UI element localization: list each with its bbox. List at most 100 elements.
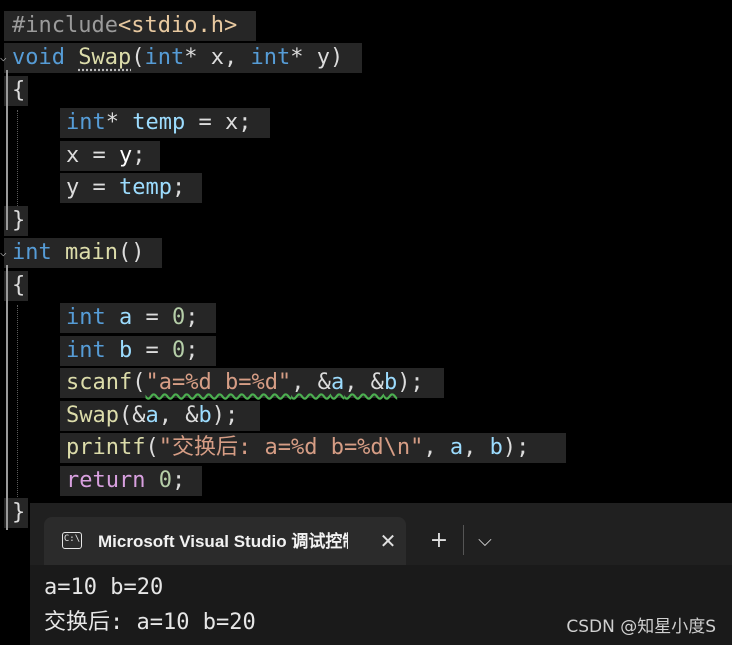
fold-region-bar	[6, 265, 8, 530]
code-line-9[interactable]: {	[12, 270, 25, 302]
code-text: =	[132, 305, 172, 330]
number: 0	[158, 468, 172, 493]
variable: a	[330, 370, 345, 395]
code-line-8[interactable]: int main()	[12, 237, 144, 269]
function-name: Swap	[78, 45, 132, 70]
variable: b	[198, 403, 212, 428]
punct: );	[211, 403, 239, 428]
code-line-6[interactable]: y = temp;	[66, 172, 185, 204]
number: 0	[172, 305, 186, 330]
punct: , &	[344, 370, 384, 395]
code-text: x =	[66, 143, 119, 168]
terminal-tab-bar: C:\ Microsoft Visual Studio 调试控制台 ✕ + ⌵	[30, 503, 732, 565]
code-text: ;	[185, 338, 199, 363]
preprocessor: #include	[12, 13, 118, 38]
keyword: return	[66, 468, 146, 493]
tab-title: Microsoft Visual Studio 调试控制台	[98, 532, 348, 551]
code-text: ()	[117, 240, 145, 265]
keyword: int	[66, 338, 106, 363]
code-line-15[interactable]: return 0;	[66, 465, 185, 497]
code-line-13[interactable]: Swap(&a, &b);	[66, 400, 238, 432]
output-line: 交换后: a=10 b=20	[44, 610, 256, 635]
keyword: int	[66, 305, 106, 330]
include-bracket: <	[117, 13, 132, 38]
watermark: CSDN @知星小度S	[566, 617, 716, 637]
string-literal: "交换后: a=%d b=%d\n"	[158, 435, 424, 460]
punct: ,	[423, 435, 450, 460]
punct: );	[502, 435, 530, 460]
function-name: Swap	[66, 403, 119, 428]
code-text: y =	[66, 175, 119, 200]
keyword: int	[66, 110, 106, 135]
function-name: main	[65, 240, 118, 265]
variable: a	[119, 305, 133, 330]
punct: , &	[291, 370, 331, 395]
code-line-3[interactable]: {	[12, 75, 25, 107]
code-text: *	[105, 110, 133, 135]
code-text: = x;	[185, 110, 252, 135]
variable: temp	[118, 175, 172, 200]
number: 0	[172, 338, 186, 363]
keyword: int	[12, 240, 52, 265]
brace: }	[12, 208, 26, 233]
function-name: scanf	[66, 370, 133, 395]
punct: (&	[118, 403, 146, 428]
code-text: ;	[171, 175, 186, 200]
include-bracket: >	[223, 13, 238, 38]
string-literal: "a=%d b=%d"	[145, 370, 292, 395]
variable: a	[449, 435, 464, 460]
terminal-tab[interactable]: C:\ Microsoft Visual Studio 调试控制台 ✕	[44, 517, 406, 565]
punct: ,	[463, 435, 490, 460]
plus-icon[interactable]: +	[424, 527, 454, 555]
code-text: * x,	[184, 45, 251, 70]
code-line-10[interactable]: int a = 0;	[66, 302, 199, 334]
punct: , &	[158, 403, 199, 428]
indent-guide	[17, 110, 18, 206]
code-line-4[interactable]: int* temp = x;	[66, 107, 251, 139]
code-line-7[interactable]: }	[12, 205, 25, 237]
output-line: a=10 b=20	[44, 575, 164, 600]
punct: );	[397, 370, 424, 395]
code-line-11[interactable]: int b = 0;	[66, 335, 199, 367]
header-name: stdio.h	[131, 13, 224, 38]
chevron-down-icon[interactable]: ⌵	[470, 527, 500, 555]
variable: temp	[132, 110, 186, 135]
code-line-16[interactable]: }	[12, 497, 25, 529]
code-line-5[interactable]: x = y;	[66, 140, 145, 172]
console-icon: C:\	[62, 532, 82, 549]
keyword: int	[144, 45, 185, 70]
variable: y	[118, 143, 133, 168]
debug-console-window[interactable]: C:\ Microsoft Visual Studio 调试控制台 ✕ + ⌵ …	[30, 503, 732, 645]
brace: {	[12, 78, 26, 103]
code-line-2[interactable]: void Swap(int* x, int* y)	[12, 42, 343, 74]
close-icon[interactable]: ✕	[374, 527, 402, 555]
variable: a	[145, 403, 159, 428]
code-text: ;	[132, 143, 146, 168]
punct: (	[132, 370, 146, 395]
chevron-down-icon[interactable]: ⌵	[0, 52, 7, 64]
code-line-14[interactable]: printf("交换后: a=%d b=%d\n", a, b);	[66, 432, 529, 464]
code-text: ;	[171, 468, 186, 493]
keyword: void	[12, 45, 65, 70]
chevron-down-icon[interactable]: ⌵	[0, 247, 7, 259]
code-text: * y)	[290, 45, 344, 70]
brace: {	[12, 273, 26, 298]
variable: b	[119, 338, 133, 363]
brace: }	[12, 500, 26, 525]
keyword: int	[250, 45, 291, 70]
variable: b	[383, 370, 398, 395]
indent-guide	[17, 305, 18, 497]
code-text: ;	[185, 305, 199, 330]
punct: (	[131, 45, 145, 70]
variable: b	[489, 435, 503, 460]
code-text: =	[132, 338, 172, 363]
punct: (	[145, 435, 159, 460]
code-line-1[interactable]: #include<stdio.h>	[12, 10, 237, 42]
code-line-12[interactable]: scanf("a=%d b=%d", &a, &b);	[66, 367, 424, 399]
function-name: printf	[66, 435, 146, 460]
